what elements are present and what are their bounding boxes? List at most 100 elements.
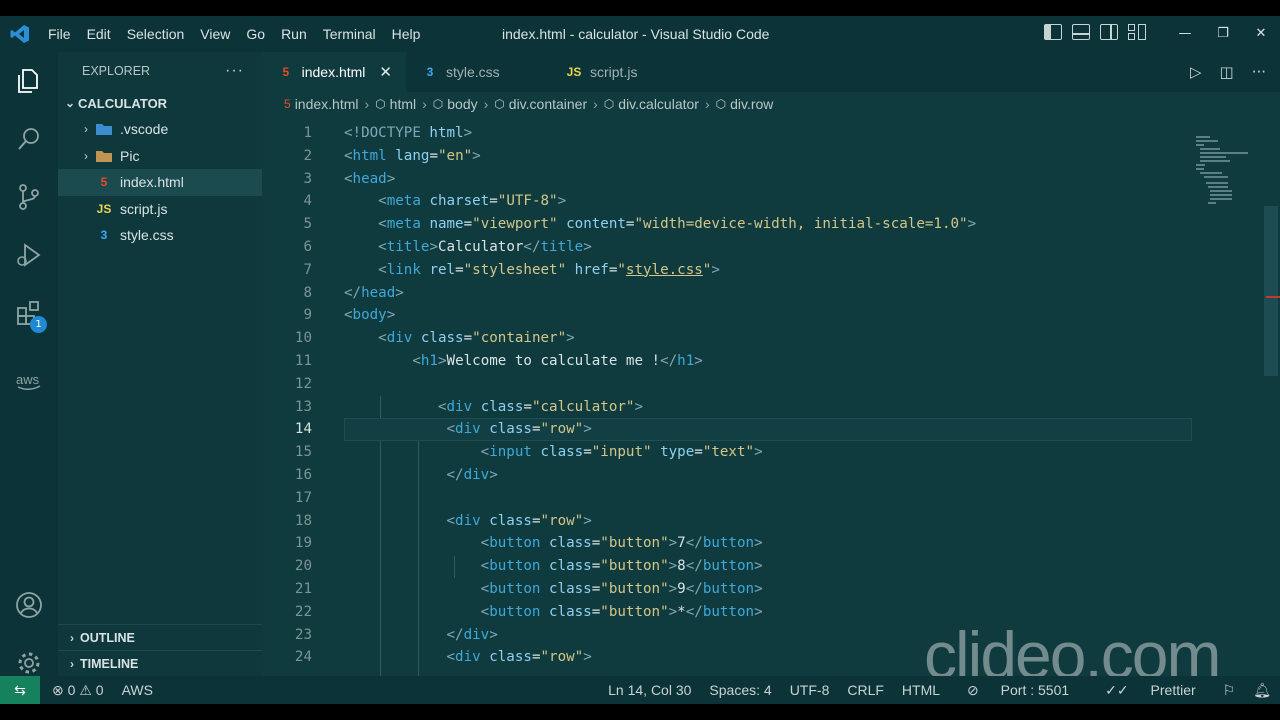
indentation[interactable]: Spaces: 4 — [709, 682, 771, 698]
tab-label: index.html — [301, 64, 366, 80]
chevron-down-icon: ⌄ — [64, 96, 76, 110]
breadcrumb-item[interactable]: div.container — [509, 96, 587, 112]
outline-section[interactable]: › OUTLINE — [58, 624, 262, 650]
toggle-secondary-sidebar-icon[interactable] — [1100, 24, 1118, 40]
split-editor-icon[interactable]: ◫ — [1220, 63, 1234, 81]
run-debug-icon[interactable] — [0, 230, 58, 280]
customize-layout-icon[interactable] — [1128, 24, 1146, 40]
menu-selection[interactable]: Selection — [119, 26, 193, 42]
language-mode[interactable]: HTML — [902, 682, 940, 698]
code-line: 2 <html lang="en"> — [303, 147, 481, 164]
aws-status[interactable]: AWS — [122, 682, 153, 698]
breadcrumb-item[interactable]: body — [447, 96, 477, 112]
more-actions-icon[interactable]: ··· — [225, 62, 244, 80]
breadcrumb-item[interactable]: div.calculator — [618, 96, 699, 112]
folder-calculator[interactable]: ⌄ CALCULATOR — [58, 90, 262, 116]
chevron-right-icon: › — [422, 96, 427, 112]
accounts-icon[interactable] — [0, 580, 58, 630]
element-icon: ⬡ — [603, 97, 615, 111]
code-line: 7 <link rel="stylesheet" href="style.css… — [303, 261, 720, 278]
menu-run[interactable]: Run — [273, 26, 315, 42]
css-file-icon: 3 — [100, 228, 108, 243]
line-ending[interactable]: CRLF — [847, 682, 884, 698]
vertical-scrollbar[interactable] — [1264, 116, 1280, 676]
notifications-bell-icon[interactable]: 🔔︎ — [1253, 682, 1271, 699]
tree-item-index-html[interactable]: 5 index.html — [58, 169, 262, 196]
extensions-badge: 1 — [30, 316, 47, 333]
code-line: 8 </head> — [303, 284, 404, 301]
code-line: 6 <title>Calculator</title> — [303, 238, 592, 255]
tree-item-vscode[interactable]: › .vscode — [58, 116, 262, 143]
aws-icon[interactable]: aws — [0, 356, 58, 406]
remote-indicator-icon[interactable]: ⇆ — [0, 676, 40, 704]
close-tab-icon[interactable]: ✕ — [379, 63, 392, 81]
timeline-section[interactable]: › TIMELINE — [58, 650, 262, 676]
code-line: 16 </div> — [294, 466, 498, 483]
restore-button[interactable]: ❐ — [1204, 16, 1242, 52]
tree-item-script-js[interactable]: JS script.js — [58, 196, 262, 223]
title-bar: File Edit Selection View Go Run Terminal… — [0, 16, 1280, 52]
problems-indicator[interactable]: ⊗ 0 ⚠ 0 — [52, 682, 104, 699]
menu-view[interactable]: View — [192, 26, 238, 42]
code-line-current: 14 <div class="row"> — [262, 418, 1262, 442]
broadcast-icon: ⊘ — [967, 681, 979, 698]
breadcrumb-item[interactable]: div.row — [730, 96, 773, 112]
explorer-sidebar: EXPLORER ··· ⌄ CALCULATOR › .vscode › Pi… — [58, 52, 262, 676]
element-icon: ⬡ — [715, 97, 727, 111]
menu-bar: File Edit Selection View Go Run Terminal… — [40, 16, 428, 52]
minimap[interactable] — [1196, 136, 1248, 206]
extensions-icon[interactable]: 1 — [0, 288, 58, 338]
code-line: 21 <button class="button">9</button> — [294, 580, 763, 597]
code-editor[interactable]: 1 <!DOCTYPE html> 2 <html lang="en"> 3 <hea… — [262, 122, 1262, 690]
code-line: 13 <div class="calculator"> — [294, 398, 643, 415]
tab-index-html[interactable]: 5 index.html ✕ — [262, 52, 406, 92]
cursor-position[interactable]: Ln 14, Col 30 — [608, 682, 691, 698]
breadcrumb: 5 index.html › ⬡ html › ⬡ body › ⬡ div.c… — [262, 92, 1280, 116]
tab-script-js[interactable]: JS script.js — [550, 52, 694, 92]
tree-item-style-css[interactable]: 3 style.css — [58, 222, 262, 249]
editor-actions: ▷ ◫ ··· — [1190, 52, 1266, 92]
scrollbar-thumb[interactable] — [1264, 206, 1278, 376]
close-window-button[interactable]: ✕ — [1242, 16, 1280, 52]
code-line: 11 <h1>Welcome to calculate me !</h1> — [294, 352, 703, 369]
js-file-icon: JS — [566, 65, 582, 79]
vscode-logo-icon — [0, 16, 40, 52]
feedback-icon[interactable]: ⚐ — [1223, 682, 1236, 699]
source-control-icon[interactable] — [0, 172, 58, 222]
encoding[interactable]: UTF-8 — [790, 682, 830, 698]
minimize-button[interactable]: — — [1166, 16, 1204, 52]
window-title: index.html - calculator - Visual Studio … — [502, 26, 770, 42]
prettier-status[interactable]: ✓✓ Prettier — [1096, 682, 1204, 699]
layout-controls — [1044, 24, 1146, 40]
code-line: 19 <button class="button">7</button> — [294, 535, 763, 552]
more-actions-icon[interactable]: ··· — [1252, 63, 1266, 81]
explorer-icon[interactable] — [0, 56, 58, 106]
explorer-header: EXPLORER ··· — [58, 52, 262, 90]
toggle-panel-icon[interactable] — [1072, 24, 1090, 40]
explorer-title: EXPLORER — [82, 64, 151, 78]
menu-help[interactable]: Help — [384, 26, 429, 42]
window-controls: — ❐ ✕ — [1166, 16, 1280, 52]
error-count: 0 — [67, 681, 76, 698]
tree-item-pic[interactable]: › Pic — [58, 143, 262, 170]
chevron-right-icon: › — [483, 96, 489, 112]
breadcrumb-item[interactable]: index.html — [295, 96, 359, 112]
live-server-port[interactable]: ⊘ Port : 5501 — [958, 682, 1078, 699]
toggle-primary-sidebar-icon[interactable] — [1044, 24, 1062, 40]
html-file-icon: 5 — [100, 175, 108, 190]
prettier-label: Prettier — [1150, 681, 1196, 698]
run-icon[interactable]: ▷ — [1190, 63, 1202, 81]
menu-file[interactable]: File — [40, 26, 79, 42]
tree-item-label: .vscode — [120, 121, 169, 138]
menu-terminal[interactable]: Terminal — [315, 26, 384, 42]
chevron-right-icon: › — [593, 96, 598, 112]
breadcrumb-item[interactable]: html — [390, 96, 416, 112]
search-icon[interactable] — [0, 114, 58, 164]
chevron-right-icon: › — [70, 630, 74, 645]
menu-edit[interactable]: Edit — [79, 26, 119, 42]
status-left: ⊗ 0 ⚠ 0 AWS — [52, 682, 153, 699]
chevron-right-icon: › — [84, 122, 88, 137]
menu-go[interactable]: Go — [238, 26, 273, 42]
timeline-label: TIMELINE — [80, 656, 139, 671]
tab-style-css[interactable]: 3 style.css — [406, 52, 550, 92]
